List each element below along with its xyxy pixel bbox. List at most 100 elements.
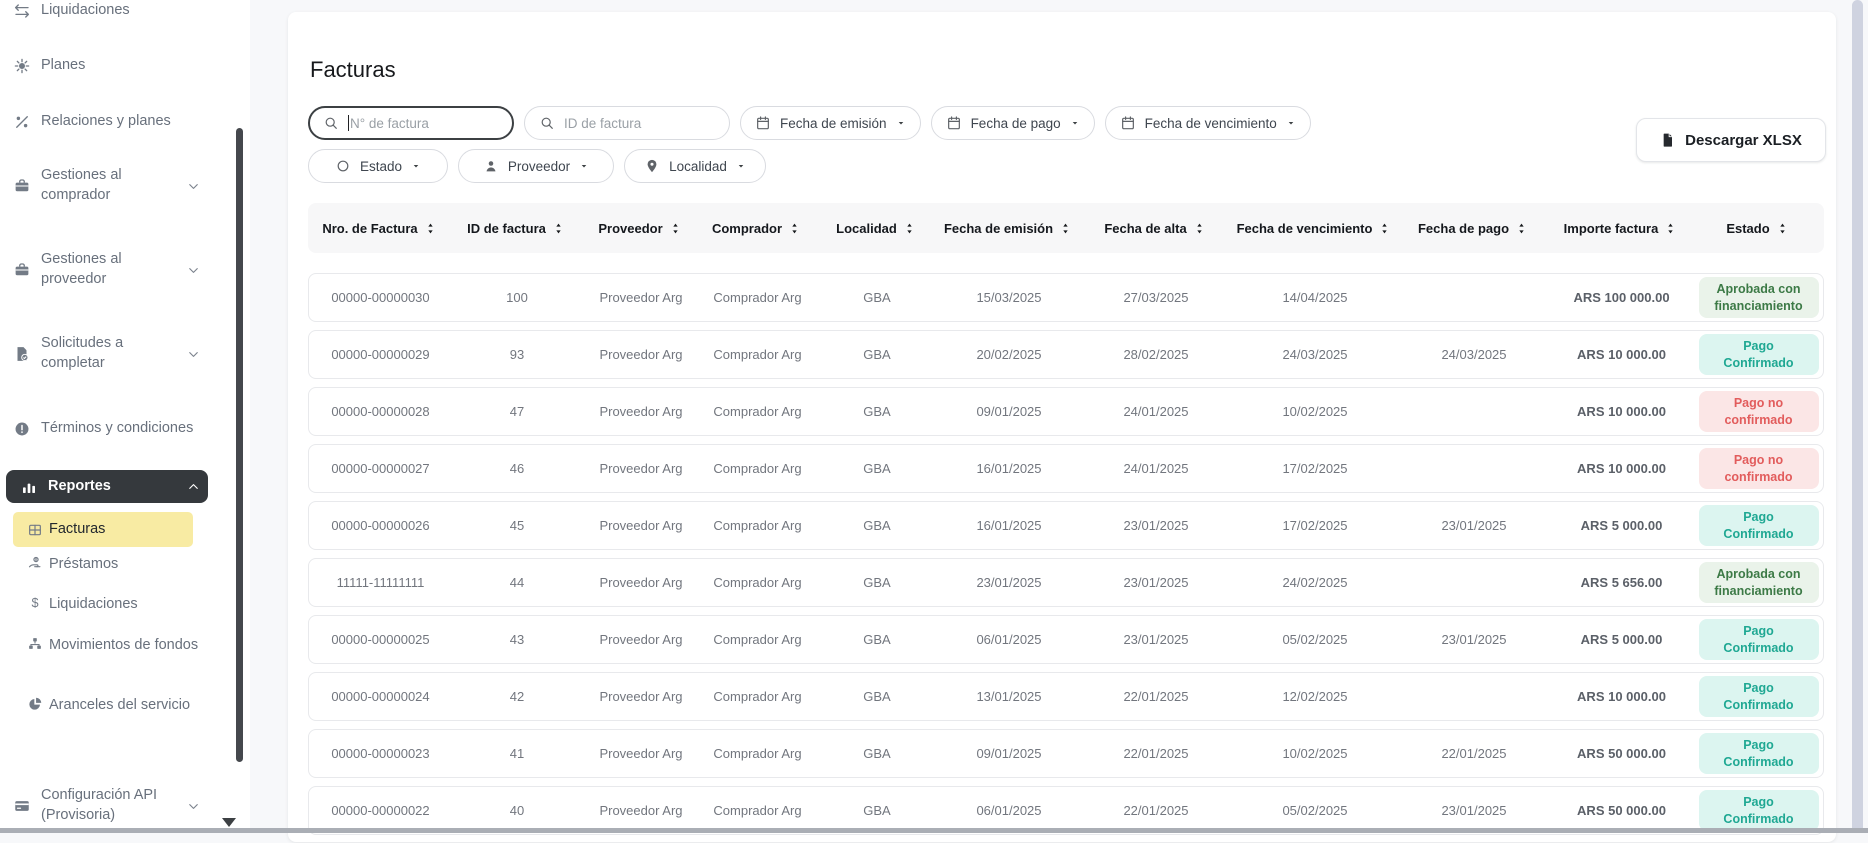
cell-proveedor: Proveedor Arg bbox=[582, 290, 700, 305]
cell-estado: Aprobada con financiamiento bbox=[1692, 277, 1825, 318]
invoice-id-search[interactable] bbox=[524, 106, 730, 140]
column-header-comprador[interactable]: Comprador bbox=[699, 221, 814, 236]
page-horizontal-scrollbar-thumb[interactable] bbox=[0, 828, 1868, 833]
table-row[interactable]: 00000-0000002645Proveedor ArgComprador A… bbox=[308, 501, 1824, 550]
sidebar-item-label: Gestiones al comprador bbox=[41, 166, 153, 205]
cell-importe: ARS 10 000.00 bbox=[1551, 689, 1692, 704]
cell-vencimiento: 17/02/2025 bbox=[1233, 518, 1397, 533]
filter-chip-label: Fecha de pago bbox=[971, 116, 1061, 131]
sidebar-item-movimientos-de-fondos[interactable]: Movimientos de fondos bbox=[0, 636, 250, 682]
cell-alta: 23/01/2025 bbox=[1079, 575, 1233, 590]
pin-icon bbox=[644, 158, 660, 174]
column-header-localidad[interactable]: Localidad bbox=[814, 221, 938, 236]
invoice-id-search-input[interactable] bbox=[564, 116, 715, 131]
gear-icon bbox=[13, 57, 31, 75]
table-row[interactable]: 00000-00000030100Proveedor ArgComprador … bbox=[308, 273, 1824, 322]
caret-down-icon bbox=[896, 118, 906, 128]
status-badge: Aprobada con financiamiento bbox=[1699, 277, 1819, 318]
cell-estado: Pago Confirmado bbox=[1692, 676, 1825, 717]
briefcase-icon bbox=[13, 261, 31, 279]
file-icon bbox=[1660, 131, 1676, 149]
sidebar-scroll-down-arrow-icon[interactable] bbox=[222, 818, 236, 827]
cell-vencimiento: 10/02/2025 bbox=[1233, 746, 1397, 761]
sidebar-item-liquidaciones[interactable]: Liquidaciones bbox=[0, 0, 250, 26]
dollar-icon: $ bbox=[27, 595, 43, 611]
column-header-fecha-de-pago[interactable]: Fecha de pago bbox=[1396, 221, 1550, 236]
sidebar-item-label: Términos y condiciones bbox=[41, 419, 193, 439]
sidebar-item-label: Planes bbox=[41, 56, 85, 76]
sidebar-item-gestiones-al-proveedor[interactable]: Gestiones al proveedor bbox=[0, 248, 250, 292]
cell-nro: 00000-00000027 bbox=[309, 461, 452, 476]
column-header-estado[interactable]: Estado bbox=[1691, 221, 1824, 236]
pie-chart-icon bbox=[27, 696, 43, 712]
sidebar-item-solicitudes-a-completar[interactable]: Solicitudes a completar bbox=[0, 332, 250, 376]
sidebar-item-reportes[interactable]: Reportes bbox=[6, 470, 208, 503]
sidebar-item-términos-y-condiciones[interactable]: Términos y condiciones bbox=[0, 414, 250, 444]
filter-chip-label: Proveedor bbox=[508, 159, 570, 174]
cell-id: 43 bbox=[452, 632, 582, 647]
column-header-id-de-factura[interactable]: ID de factura bbox=[451, 221, 581, 236]
filter-chip-estado[interactable]: Estado bbox=[308, 149, 448, 183]
column-header-fecha-de-emisión[interactable]: Fecha de emisión bbox=[938, 221, 1078, 236]
cell-emision: 06/01/2025 bbox=[939, 632, 1079, 647]
cell-importe: ARS 5 656.00 bbox=[1551, 575, 1692, 590]
column-header-nro-de-factura[interactable]: Nro. de Factura bbox=[308, 221, 451, 236]
cell-id: 44 bbox=[452, 575, 582, 590]
sort-icon bbox=[552, 222, 565, 235]
cell-importe: ARS 10 000.00 bbox=[1551, 404, 1692, 419]
sidebar-item-facturas[interactable]: Facturas bbox=[13, 512, 193, 547]
filter-chip-label: Fecha de emisión bbox=[780, 116, 887, 131]
table-row[interactable]: 11111-1111111144Proveedor ArgComprador A… bbox=[308, 558, 1824, 607]
caret-down-icon bbox=[1070, 118, 1080, 128]
bar-chart-icon bbox=[20, 478, 38, 496]
cell-emision: 16/01/2025 bbox=[939, 518, 1079, 533]
cell-nro: 00000-00000025 bbox=[309, 632, 452, 647]
column-header-label: Fecha de alta bbox=[1104, 221, 1186, 236]
table-row[interactable]: 00000-0000002442Proveedor ArgComprador A… bbox=[308, 672, 1824, 721]
sidebar-item-relaciones-y-planes[interactable]: Relaciones y planes bbox=[0, 107, 250, 137]
sidebar-scrollbar-thumb[interactable] bbox=[236, 128, 243, 762]
cell-vencimiento: 12/02/2025 bbox=[1233, 689, 1397, 704]
table-row[interactable]: 00000-0000002746Proveedor ArgComprador A… bbox=[308, 444, 1824, 493]
sidebar-item-préstamos[interactable]: Préstamos bbox=[0, 555, 250, 585]
filter-chip-fecha-de-vencimiento[interactable]: Fecha de vencimiento bbox=[1105, 106, 1311, 140]
cell-vencimiento: 24/02/2025 bbox=[1233, 575, 1397, 590]
column-header-proveedor[interactable]: Proveedor bbox=[581, 221, 699, 236]
hand-coin-icon bbox=[27, 555, 43, 571]
invoice-number-search-input[interactable] bbox=[350, 116, 499, 131]
table-row[interactable]: 00000-0000002543Proveedor ArgComprador A… bbox=[308, 615, 1824, 664]
column-header-importe-factura[interactable]: Importe factura bbox=[1550, 221, 1691, 236]
download-xlsx-button[interactable]: Descargar XLSX bbox=[1636, 118, 1826, 162]
column-header-fecha-de-alta[interactable]: Fecha de alta bbox=[1078, 221, 1232, 236]
table-row[interactable]: 00000-0000002341Proveedor ArgComprador A… bbox=[308, 729, 1824, 778]
table-row[interactable]: 00000-0000002847Proveedor ArgComprador A… bbox=[308, 387, 1824, 436]
invoice-number-search[interactable] bbox=[308, 106, 514, 140]
sidebar-item-gestiones-al-comprador[interactable]: Gestiones al comprador bbox=[0, 164, 250, 208]
cell-pago: 24/03/2025 bbox=[1397, 347, 1551, 362]
filter-chip-localidad[interactable]: Localidad bbox=[624, 149, 766, 183]
chevron-down-icon bbox=[186, 263, 201, 278]
cell-localidad: GBA bbox=[815, 632, 939, 647]
column-header-fecha-de-vencimiento[interactable]: Fecha de vencimiento bbox=[1232, 221, 1396, 236]
cell-id: 42 bbox=[452, 689, 582, 704]
cell-emision: 23/01/2025 bbox=[939, 575, 1079, 590]
sidebar-item-planes[interactable]: Planes bbox=[0, 51, 250, 81]
filter-chip-fecha-de-emisión[interactable]: Fecha de emisión bbox=[740, 106, 921, 140]
cell-id: 45 bbox=[452, 518, 582, 533]
cell-vencimiento: 17/02/2025 bbox=[1233, 461, 1397, 476]
cell-comprador: Comprador Arg bbox=[700, 632, 815, 647]
filter-chip-fecha-de-pago[interactable]: Fecha de pago bbox=[931, 106, 1095, 140]
column-header-label: Nro. de Factura bbox=[322, 221, 417, 236]
cell-nro: 00000-00000029 bbox=[309, 347, 452, 362]
content-card: Facturas Fecha de emisiónFecha de pagoFe… bbox=[288, 12, 1836, 842]
chevron-down-icon bbox=[186, 799, 201, 814]
sidebar-item-aranceles-del-servicio[interactable]: Aranceles del servicio bbox=[0, 696, 250, 742]
page-vertical-scrollbar-thumb[interactable] bbox=[1852, 0, 1863, 833]
table-row[interactable]: 00000-0000002993Proveedor ArgComprador A… bbox=[308, 330, 1824, 379]
column-header-label: ID de factura bbox=[467, 221, 546, 236]
status-badge: Pago no confirmado bbox=[1699, 391, 1819, 432]
sidebar-item-liquidaciones[interactable]: $Liquidaciones bbox=[0, 595, 250, 625]
filter-chip-proveedor[interactable]: Proveedor bbox=[458, 149, 614, 183]
cell-localidad: GBA bbox=[815, 347, 939, 362]
sidebar-item-configuración-api-provisoria[interactable]: Configuración API (Provisoria) bbox=[0, 784, 250, 828]
